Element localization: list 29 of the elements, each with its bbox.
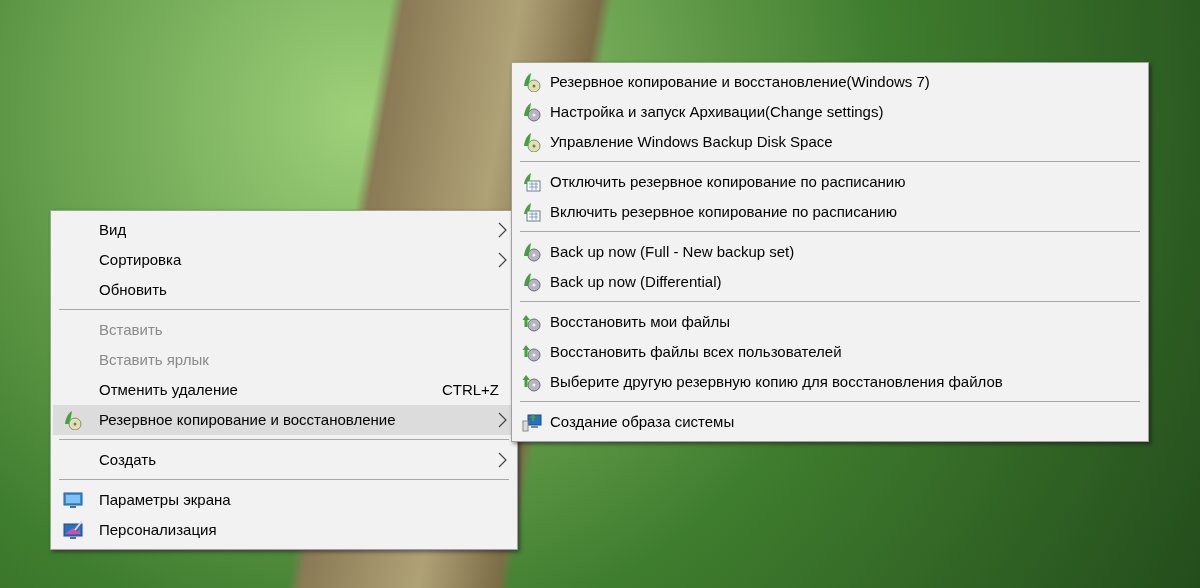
disc-sprout-icon <box>522 242 542 262</box>
menu-item[interactable]: Резервное копирование и восстановление(Windows 7) <box>514 67 1146 97</box>
menu-item[interactable]: Восстановить мои файлы <box>514 307 1146 337</box>
menu-item[interactable]: Включить резервное копирование по расписанию <box>514 197 1146 227</box>
menu-item[interactable]: Персонализация <box>53 515 515 545</box>
disc-sprout-icon <box>522 102 542 122</box>
calendar-sprout-icon <box>522 172 542 192</box>
monitor-brush-icon <box>63 520 83 540</box>
disc-sprout-icon <box>522 272 542 292</box>
menu-item[interactable]: Настройка и запуск Архивации(Change settings) <box>514 97 1146 127</box>
menu-item[interactable]: Управление Windows Backup Disk Space <box>514 127 1146 157</box>
menu-item[interactable]: Вид <box>53 215 515 245</box>
menu-item[interactable]: Отменить удаление CTRL+Z <box>53 375 515 405</box>
computer-icon <box>522 412 542 432</box>
menu-item[interactable]: Выберите другую резервную копию для восстановления файлов <box>514 367 1146 397</box>
menu-item[interactable]: Создание образа системы <box>514 407 1146 437</box>
menu-item[interactable]: Обновить <box>53 275 515 305</box>
monitor-icon <box>63 490 83 510</box>
menu-item[interactable]: Создать <box>53 445 515 475</box>
calendar-sprout-icon <box>522 202 542 222</box>
disc-sprout-icon <box>63 410 83 430</box>
menu-item[interactable]: Back up now (Differential) <box>514 267 1146 297</box>
disc-sprout-icon <box>522 132 542 152</box>
menu-item[interactable]: Отключить резервное копирование по расписанию <box>514 167 1146 197</box>
disc-sprout-icon <box>522 72 542 92</box>
menu-item[interactable]: Back up now (Full - New backup set) <box>514 237 1146 267</box>
menu-item[interactable]: Сортировка <box>53 245 515 275</box>
menu-item[interactable]: Параметры экрана <box>53 485 515 515</box>
menu-item[interactable]: Восстановить файлы всех пользователей <box>514 337 1146 367</box>
